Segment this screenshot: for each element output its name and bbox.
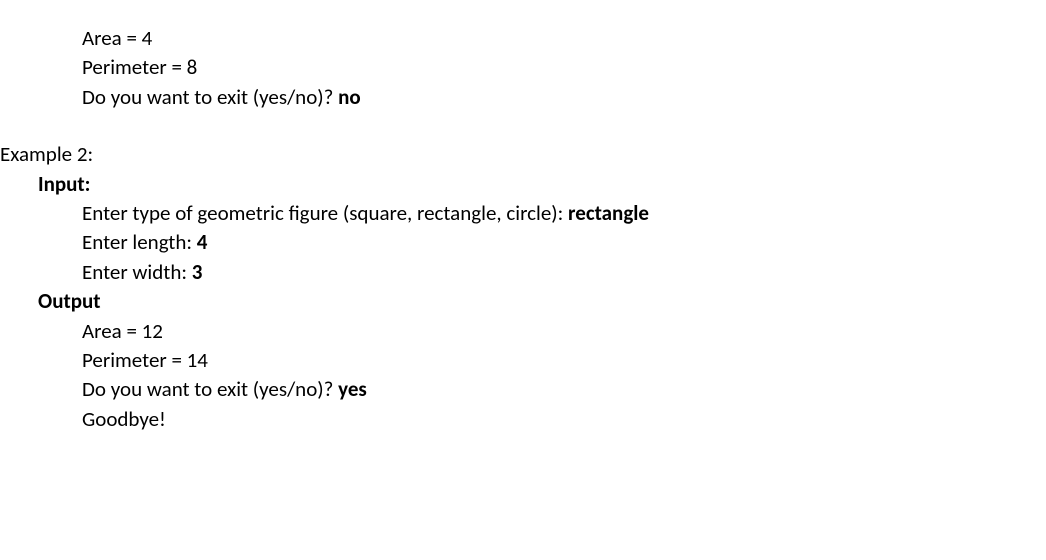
example2-figure-value: rectangle	[568, 200, 649, 226]
example2-heading: Example 2:	[0, 140, 1046, 169]
example2-goodbye-line: Goodbye!	[82, 405, 1046, 434]
example2-exit-answer: yes	[338, 376, 367, 402]
example2-width-value: 3	[192, 259, 203, 285]
example2-exit-prompt: Do you want to exit (yes/no)?	[82, 376, 338, 402]
example2-width-line: Enter width: 3	[82, 258, 1046, 287]
example1-exit-prompt: Do you want to exit (yes/no)?	[82, 84, 338, 110]
example2-length-value: 4	[197, 229, 208, 255]
example1-perimeter-line: Perimeter = 8	[82, 53, 1046, 82]
example1-exit-line: Do you want to exit (yes/no)? no	[82, 83, 1046, 112]
example2-output-label: Output	[38, 287, 1046, 316]
example2-area-line: Area = 12	[82, 317, 1046, 346]
blank-line	[0, 112, 1046, 140]
example2-length-line: Enter length: 4	[82, 228, 1046, 257]
example2-width-prompt: Enter width:	[82, 259, 192, 285]
example2-figure-prompt: Enter type of geometric figure (square, …	[82, 200, 568, 226]
example1-area-line: Area = 4	[82, 24, 1046, 53]
example2-perimeter-line: Perimeter = 14	[82, 346, 1046, 375]
example2-input-label: Input:	[38, 170, 1046, 199]
example2-figure-line: Enter type of geometric figure (square, …	[82, 199, 1046, 228]
example2-length-prompt: Enter length:	[82, 229, 197, 255]
example1-exit-answer: no	[338, 84, 361, 110]
example2-exit-line: Do you want to exit (yes/no)? yes	[82, 375, 1046, 404]
